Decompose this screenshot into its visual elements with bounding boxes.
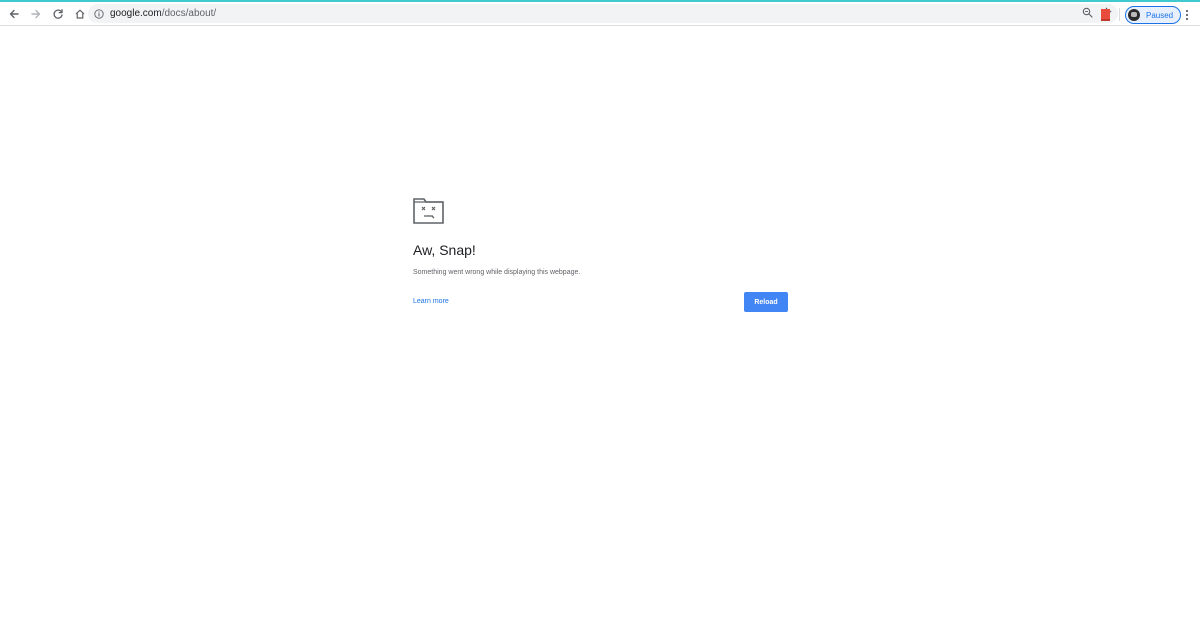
reload-page-button[interactable]: Reload (744, 292, 788, 312)
browser-toolbar: google.com/docs/about/ Paused (0, 2, 1200, 26)
error-actions: Learn more Reload (413, 292, 789, 312)
sad-tab-icon (413, 198, 444, 224)
url-path: /docs/about/ (161, 8, 217, 19)
profile-status-label: Paused (1146, 10, 1174, 20)
forward-button[interactable] (26, 4, 46, 24)
sad-tab-error-page: Aw, Snap! Something went wrong while dis… (413, 196, 789, 312)
reload-icon (53, 8, 63, 19)
back-button[interactable] (4, 4, 24, 24)
address-bar[interactable]: google.com/docs/about/ (88, 4, 1118, 23)
home-button[interactable] (70, 4, 90, 24)
home-icon (75, 9, 85, 19)
info-icon[interactable] (94, 8, 104, 19)
url-host: google.com (110, 8, 162, 19)
learn-more-link[interactable]: Learn more (413, 298, 449, 305)
profile-paused-button[interactable]: Paused (1125, 6, 1182, 24)
browser-menu-button[interactable] (1183, 8, 1191, 22)
url-text[interactable]: google.com/docs/about/ (110, 8, 216, 19)
error-title: Aw, Snap! (413, 242, 476, 258)
extension-icon[interactable] (1101, 9, 1110, 21)
back-arrow-icon (9, 9, 19, 18)
zoom-icon[interactable] (1082, 5, 1093, 23)
kebab-menu-icon (1185, 9, 1189, 21)
error-description: Something went wrong while displaying th… (413, 269, 581, 276)
toolbar-divider (1119, 8, 1120, 21)
reload-button[interactable] (48, 4, 68, 24)
forward-arrow-icon (31, 9, 41, 18)
avatar (1128, 9, 1140, 21)
